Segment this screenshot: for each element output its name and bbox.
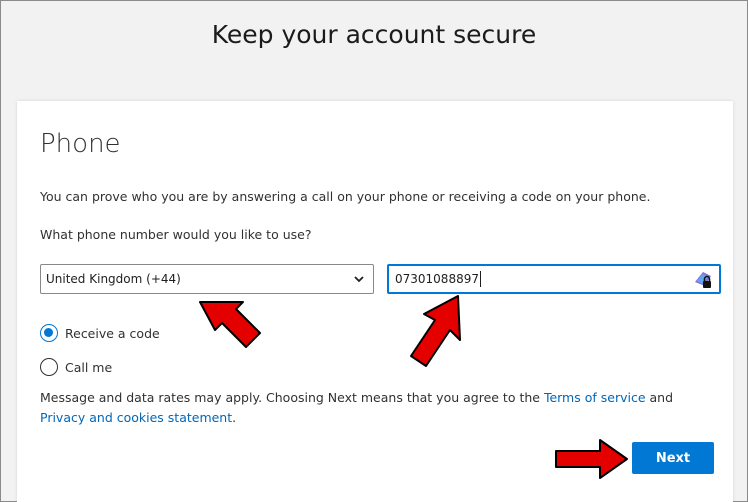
red-arrow-phone-icon bbox=[410, 295, 461, 367]
red-arrow-annotations bbox=[199, 295, 628, 479]
red-arrow-country-icon bbox=[199, 301, 261, 348]
red-arrow-next-icon bbox=[555, 439, 628, 479]
